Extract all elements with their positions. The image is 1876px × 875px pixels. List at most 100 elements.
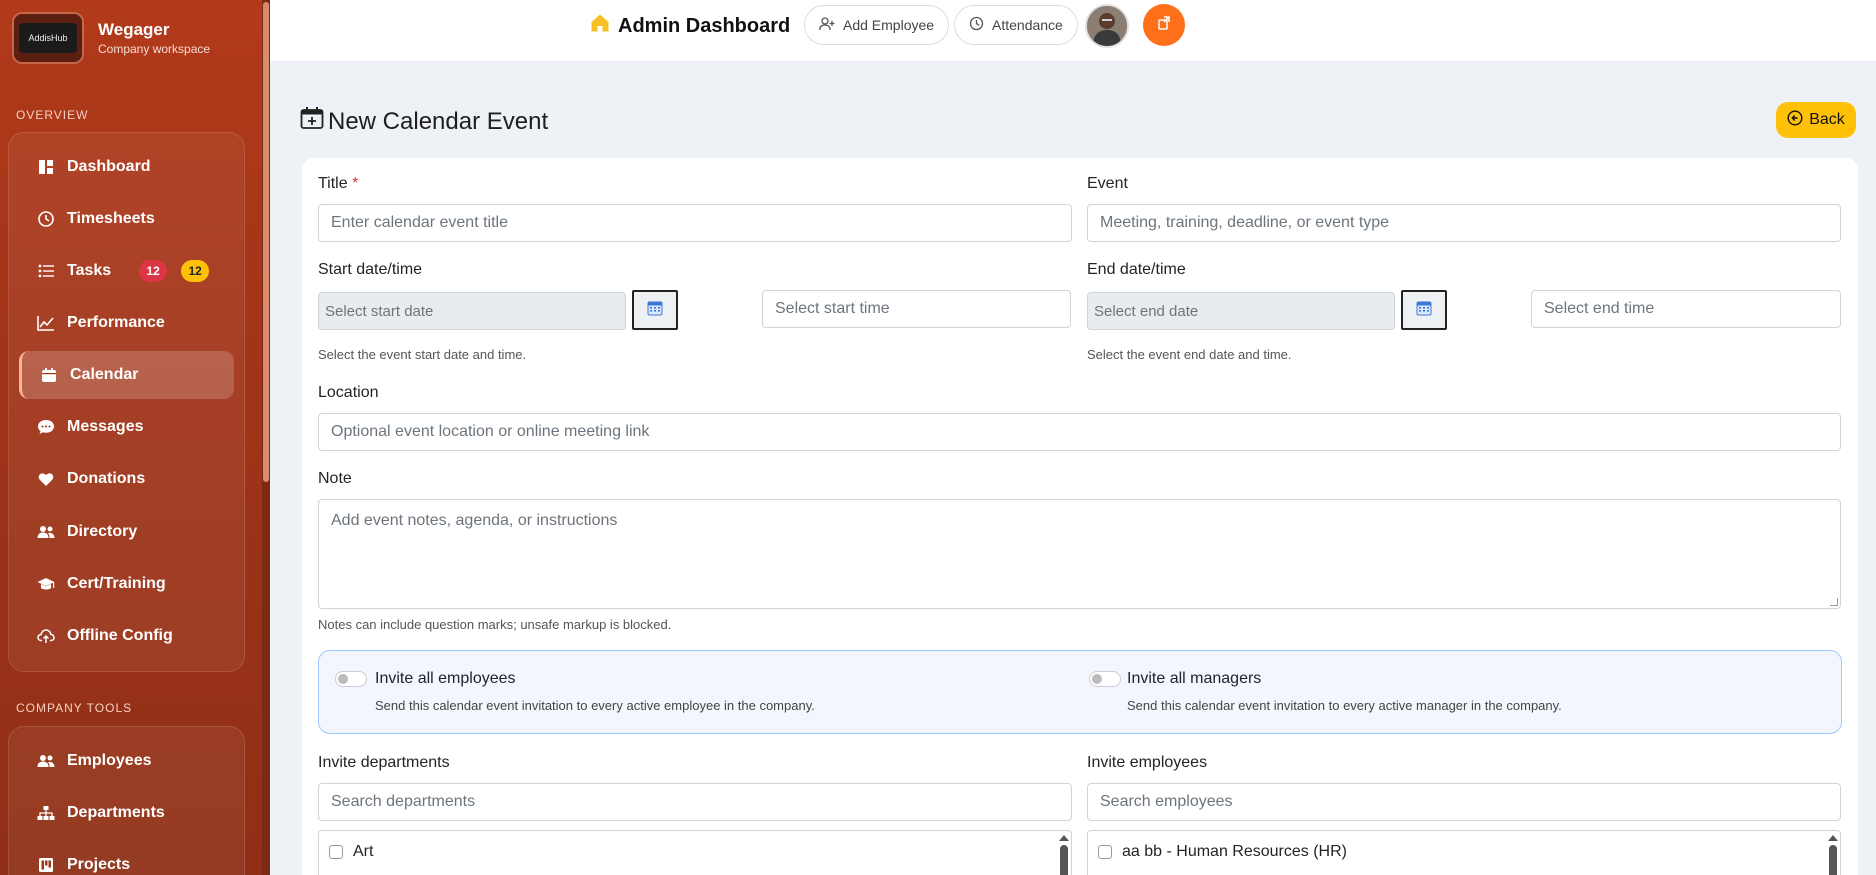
chart-line-icon bbox=[37, 314, 55, 332]
page-title: New Calendar Event bbox=[300, 106, 548, 137]
employee-name: aa bb - Human Resources (HR) bbox=[1122, 843, 1347, 860]
sidebar-item-employees[interactable]: Employees bbox=[19, 737, 234, 785]
checkbox[interactable] bbox=[1098, 845, 1112, 859]
brand-name: Wegager bbox=[98, 20, 170, 39]
sidebar: AddisHub Wegager Company workspace OVERV… bbox=[0, 0, 270, 875]
sidebar-item-dashboard[interactable]: Dashboard bbox=[19, 143, 234, 191]
start-time-input[interactable]: Select start time bbox=[762, 290, 1071, 328]
logout-icon bbox=[1156, 15, 1172, 36]
heart-icon bbox=[37, 470, 55, 488]
title-label: Title * bbox=[318, 175, 359, 192]
sidebar-item-projects[interactable]: Projects bbox=[19, 841, 234, 875]
department-name: Art bbox=[353, 843, 374, 860]
sidebar-item-label: Offline Config bbox=[67, 627, 173, 644]
back-button[interactable]: Back bbox=[1776, 102, 1856, 138]
departments-listbox: Art bbox=[318, 830, 1072, 875]
home-icon bbox=[590, 13, 610, 39]
sidebar-item-label: Tasks bbox=[67, 262, 112, 279]
tasks-badge-red: 12 bbox=[139, 260, 168, 282]
sidebar-item-label: Calendar bbox=[70, 366, 139, 383]
sidebar-item-label: Cert/Training bbox=[67, 575, 166, 592]
brand-logo-text: AddisHub bbox=[19, 23, 77, 53]
sidebar-item-label: Timesheets bbox=[67, 210, 155, 227]
sidebar-item-directory[interactable]: Directory bbox=[19, 508, 234, 556]
sidebar-item-label: Employees bbox=[67, 752, 152, 769]
calendar-plus-icon bbox=[300, 106, 324, 137]
list-item[interactable]: Art bbox=[329, 843, 373, 861]
calendar-icon bbox=[1416, 300, 1432, 321]
clock-icon bbox=[969, 16, 984, 34]
invite-all-employees-label: Invite all employees bbox=[375, 670, 516, 687]
person-add-icon bbox=[819, 16, 835, 34]
user-avatar[interactable] bbox=[1085, 4, 1129, 48]
header-title: Admin Dashboard bbox=[590, 13, 790, 39]
resize-handle[interactable] bbox=[1830, 598, 1838, 606]
tasks-badge-yellow: 12 bbox=[181, 260, 210, 282]
start-help-text: Select the event start date and time. bbox=[318, 347, 527, 362]
departments-scrollbar[interactable] bbox=[1059, 833, 1069, 875]
invite-all-managers-help: Send this calendar event invitation to e… bbox=[1127, 698, 1562, 713]
search-departments-input[interactable]: Search departments bbox=[318, 783, 1072, 821]
sidebar-item-label: Donations bbox=[67, 470, 146, 487]
graduation-cap-icon bbox=[37, 575, 55, 593]
start-date-input[interactable]: Select start date bbox=[318, 292, 626, 330]
search-employees-input[interactable]: Search employees bbox=[1087, 783, 1841, 821]
kanban-icon bbox=[37, 856, 55, 874]
people-icon bbox=[37, 752, 55, 770]
note-help-text: Notes can include question marks; unsafe… bbox=[318, 617, 672, 632]
add-employee-button[interactable]: Add Employee bbox=[804, 5, 950, 45]
invite-all-panel: Invite all employees Send this calendar … bbox=[318, 650, 1842, 734]
invite-employees-label: Invite employees bbox=[1087, 754, 1208, 771]
calendar-icon bbox=[647, 300, 663, 321]
sidebar-item-label: Messages bbox=[67, 418, 144, 435]
event-type-input[interactable]: Meeting, training, deadline, or event ty… bbox=[1087, 204, 1841, 242]
note-textarea[interactable]: Add event notes, agenda, or instructions bbox=[318, 499, 1841, 609]
required-marker: * bbox=[352, 175, 359, 192]
sidebar-item-cert-training[interactable]: Cert/Training bbox=[19, 560, 234, 608]
end-date-input[interactable]: Select end date bbox=[1087, 292, 1395, 330]
arrow-left-circle-icon bbox=[1787, 109, 1803, 131]
cloud-upload-icon bbox=[37, 627, 55, 645]
sidebar-item-label: Directory bbox=[67, 523, 138, 540]
sidebar-item-calendar[interactable]: Calendar bbox=[19, 351, 234, 399]
start-datetime-label: Start date/time bbox=[318, 261, 423, 278]
sidebar-item-performance[interactable]: Performance bbox=[19, 299, 234, 347]
note-placeholder: Add event notes, agenda, or instructions bbox=[331, 512, 618, 529]
note-label: Note bbox=[318, 470, 352, 487]
header-title-text: Admin Dashboard bbox=[618, 14, 791, 37]
sidebar-item-departments[interactable]: Departments bbox=[19, 789, 234, 837]
sidebar-scrollbar[interactable] bbox=[262, 0, 270, 875]
employees-scrollbar[interactable] bbox=[1828, 833, 1838, 875]
overview-section-title: OVERVIEW bbox=[16, 108, 89, 122]
invite-all-employees-help: Send this calendar event invitation to e… bbox=[375, 698, 815, 713]
sidebar-item-label: Projects bbox=[67, 856, 131, 873]
title-input[interactable]: Enter calendar event title bbox=[318, 204, 1072, 242]
sidebar-item-label: Departments bbox=[67, 804, 165, 821]
sidebar-item-messages[interactable]: Messages bbox=[19, 403, 234, 451]
sidebar-item-label: Performance bbox=[67, 314, 165, 331]
sidebar-item-timesheets[interactable]: Timesheets bbox=[19, 195, 234, 243]
dashboard-icon bbox=[37, 158, 55, 176]
brand-subtitle: Company workspace bbox=[98, 42, 211, 56]
sidebar-item-offline-config[interactable]: Offline Config bbox=[19, 612, 234, 660]
invite-all-managers-toggle[interactable] bbox=[1089, 671, 1121, 687]
end-time-input[interactable]: Select end time bbox=[1531, 290, 1841, 328]
brand[interactable]: AddisHub Wegager Company workspace bbox=[12, 12, 210, 64]
list-item[interactable]: aa bb - Human Resources (HR) bbox=[1098, 843, 1347, 861]
sidebar-item-tasks[interactable]: Tasks 12 12 bbox=[19, 247, 234, 295]
clock-icon bbox=[37, 210, 55, 228]
location-input[interactable]: Optional event location or online meetin… bbox=[318, 413, 1841, 451]
start-date-picker-button[interactable] bbox=[632, 290, 678, 330]
logout-button[interactable] bbox=[1143, 4, 1185, 46]
chat-icon bbox=[37, 418, 55, 436]
invite-departments-label: Invite departments bbox=[318, 754, 450, 771]
end-date-picker-button[interactable] bbox=[1401, 290, 1447, 330]
attendance-button[interactable]: Attendance bbox=[954, 5, 1078, 45]
invite-all-employees-toggle[interactable] bbox=[335, 671, 367, 687]
list-icon bbox=[37, 262, 55, 280]
sidebar-item-donations[interactable]: Donations bbox=[19, 455, 234, 503]
end-datetime-label: End date/time bbox=[1087, 261, 1186, 278]
checkbox[interactable] bbox=[329, 845, 343, 859]
location-label: Location bbox=[318, 384, 379, 401]
end-help-text: Select the event end date and time. bbox=[1087, 347, 1292, 362]
